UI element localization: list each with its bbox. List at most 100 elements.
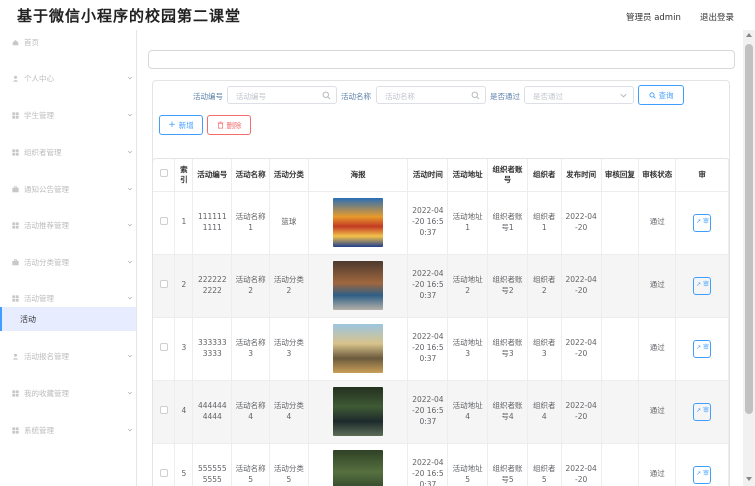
sidebar-item-label: 个人中心 <box>24 73 54 83</box>
review-button[interactable]: ↗ 审 <box>693 465 712 484</box>
poster-image[interactable] <box>333 387 384 436</box>
delete-button[interactable]: 删除 <box>207 115 251 135</box>
sidebar-item-label: 学生管理 <box>24 110 54 120</box>
cell-name: 活动名称4 <box>231 380 270 444</box>
column-header: 审核回复 <box>601 159 640 192</box>
chevron-down-icon <box>127 428 133 432</box>
column-header: 组织者账号 <box>487 159 528 192</box>
scroll-up-icon[interactable] <box>746 33 752 37</box>
column-header: 组织者 <box>527 159 562 192</box>
scroll-down-icon[interactable] <box>746 477 752 481</box>
cell-reply <box>601 254 640 318</box>
search-icon <box>648 91 656 99</box>
cell-organizer: 组织者2 <box>527 254 562 318</box>
activity-name-label: 活动名称 <box>341 92 371 101</box>
cell-code: 4444444444 <box>192 380 233 444</box>
row-checkbox[interactable] <box>153 443 176 486</box>
table-row[interactable]: 1 1111111111 活动名称1 篮球 2022-04-20 16:50:37 活动地… <box>153 191 729 255</box>
sidebar-item[interactable]: 首页 <box>0 31 136 53</box>
sidebar-item[interactable]: 系统管理 <box>0 419 136 441</box>
sidebar-item[interactable]: 组织者管理 <box>0 141 136 163</box>
vertical-scrollbar[interactable] <box>743 30 755 486</box>
column-header: 活动分类 <box>269 159 309 192</box>
logout-link[interactable]: 退出登录 <box>700 11 734 23</box>
row-checkbox[interactable] <box>153 254 176 318</box>
review-button[interactable]: ↗ 审 <box>693 339 712 358</box>
sidebar-item[interactable]: 通知公告管理 <box>0 178 136 200</box>
chevron-down-icon <box>620 93 627 98</box>
row-checkbox[interactable] <box>153 191 176 255</box>
cell-index: 2 <box>174 254 194 318</box>
table-row[interactable]: 4 4444444444 活动名称4 活动分类4 2022-04-20 16:50:37… <box>153 380 729 444</box>
cell-address: 活动地址1 <box>447 191 489 255</box>
review-button[interactable]: ↗ 审 <box>693 213 712 232</box>
approved-select[interactable]: 是否通过 <box>524 86 634 104</box>
activity-table: 索引 活动编号 活动名称 活动分类 海报 活动时间 活动地址 组织者账号 组织者… <box>153 159 729 486</box>
sidebar-item-label: 活动推荐管理 <box>24 220 69 230</box>
query-button[interactable]: 查询 <box>638 85 684 105</box>
cell-time: 2022-04-20 16:50:37 <box>407 254 449 318</box>
home-icon <box>12 39 19 45</box>
cell-organizer: 组织者4 <box>527 380 562 444</box>
cell-status: 通过 <box>638 317 677 381</box>
cell-publish: 2022-04-20 <box>561 380 602 444</box>
chevron-down-icon <box>127 223 133 227</box>
column-header: 活动编号 <box>192 159 233 192</box>
cell-code: 1111111111 <box>192 191 233 255</box>
current-user: 管理员 admin <box>626 13 681 23</box>
briefcase-icon <box>12 258 19 265</box>
sidebar-item[interactable]: 学生管理 <box>0 104 136 126</box>
cell-account: 组织者账号2 <box>487 254 528 318</box>
cell-action: ↗ 审 <box>675 380 729 444</box>
chevron-down-icon <box>127 296 133 300</box>
main-content: 活动编号 活动编号 活动名称 活动名称 是否通过 是否通过 查询 + 新增 删除 <box>137 30 743 486</box>
cell-index: 1 <box>174 191 194 255</box>
cell-action: ↗ 审 <box>675 443 729 486</box>
column-header: 索引 <box>174 159 194 192</box>
row-checkbox[interactable] <box>153 380 176 444</box>
chevron-down-icon <box>127 187 133 191</box>
sidebar-item[interactable]: 活动管理 <box>0 287 136 309</box>
activity-code-input[interactable]: 活动编号 <box>227 86 337 104</box>
sidebar-item[interactable]: 个人中心 <box>0 67 136 89</box>
add-button[interactable]: + 新增 <box>159 115 203 135</box>
cell-category: 活动分类4 <box>269 380 309 444</box>
sidebar-item-label: 我的收藏管理 <box>24 388 69 398</box>
chevron-down-icon <box>127 76 133 80</box>
row-checkbox[interactable] <box>153 317 176 381</box>
sidebar-item-label: 组织者管理 <box>24 147 62 157</box>
poster-image[interactable] <box>333 261 384 310</box>
cell-action: ↗ 审 <box>675 191 729 255</box>
grid-icon <box>12 148 19 156</box>
table-header-row: 索引 活动编号 活动名称 活动分类 海报 活动时间 活动地址 组织者账号 组织者… <box>153 159 729 192</box>
activity-name-placeholder: 活动名称 <box>385 92 415 101</box>
table-row[interactable]: 2 2222222222 活动名称2 活动分类2 2022-04-20 16:50:37… <box>153 254 729 318</box>
cell-status: 通过 <box>638 443 677 486</box>
review-button[interactable]: ↗ 审 <box>693 276 712 295</box>
cell-account: 组织者账号1 <box>487 191 528 255</box>
delete-button-label: 删除 <box>226 120 242 130</box>
poster-image[interactable] <box>333 198 384 247</box>
table-row[interactable]: 3 3333333333 活动名称3 活动分类3 2022-04-20 16:50:37… <box>153 317 729 381</box>
sidebar-item[interactable]: 活动报名管理 <box>0 345 136 367</box>
cell-account: 组织者账号3 <box>487 317 528 381</box>
sidebar-subitem-label: 活动 <box>20 314 36 324</box>
activity-name-input[interactable]: 活动名称 <box>376 86 486 104</box>
sidebar-item-label: 活动报名管理 <box>24 351 69 361</box>
select-all-checkbox[interactable] <box>153 159 176 192</box>
scrollbar-thumb[interactable] <box>745 44 753 414</box>
column-header: 活动时间 <box>407 159 449 192</box>
sidebar-item[interactable]: 活动推荐管理 <box>0 214 136 236</box>
poster-image[interactable] <box>333 324 384 373</box>
sidebar-item-label: 活动分类管理 <box>24 257 69 267</box>
grid-icon <box>12 221 19 229</box>
table-row[interactable]: 5 5555555555 活动名称5 活动分类5 2022-04-20 16:50:37… <box>153 443 729 486</box>
trash-icon <box>217 121 223 129</box>
poster-image[interactable] <box>333 450 384 486</box>
sidebar-subitem-activity[interactable]: 活动 <box>0 307 136 331</box>
sidebar-item[interactable]: 活动分类管理 <box>0 251 136 273</box>
review-button[interactable]: ↗ 审 <box>693 402 712 421</box>
cell-address: 活动地址2 <box>447 254 489 318</box>
sidebar-item[interactable]: 我的收藏管理 <box>0 382 136 404</box>
briefcase-icon <box>12 185 19 192</box>
